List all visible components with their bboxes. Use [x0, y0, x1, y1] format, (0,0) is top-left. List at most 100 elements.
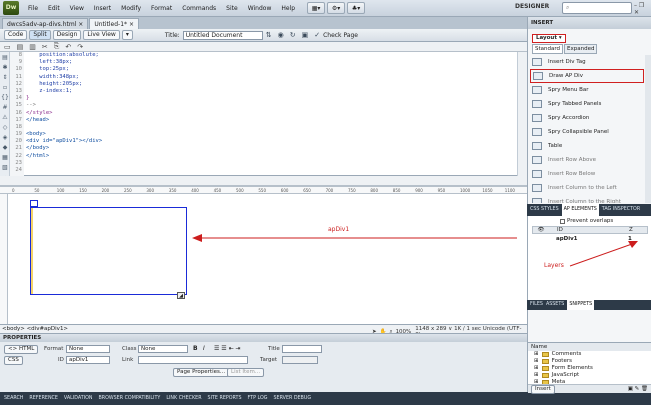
panel-tab[interactable]: CSS STYLES: [530, 204, 559, 216]
panel-tab[interactable]: TAG INSPECTOR: [602, 204, 640, 216]
menu-view[interactable]: View: [65, 5, 89, 12]
live-view-button[interactable]: Live View: [83, 30, 120, 40]
insert-category-dropdown[interactable]: Layout ▾: [532, 34, 566, 43]
panel-tab[interactable]: ASSETS: [546, 300, 564, 310]
undo-icon[interactable]: ↶: [65, 43, 71, 51]
snippet-folder[interactable]: ⊞ Footers: [528, 358, 651, 365]
snippet-folder[interactable]: ⊞ JavaScript: [528, 372, 651, 379]
save-icon[interactable]: ▥: [29, 43, 36, 51]
html-mode-button[interactable]: <> HTML: [4, 345, 39, 354]
italic-button[interactable]: I: [203, 345, 205, 352]
id-column-header[interactable]: ID: [549, 227, 629, 233]
refresh-icon[interactable]: ↻: [290, 31, 296, 39]
insert-item[interactable]: Insert Column to the Left: [528, 181, 646, 195]
ap-div-box[interactable]: [30, 207, 187, 295]
insert-item[interactable]: Table: [528, 139, 646, 153]
visual-aids-icon[interactable]: ▣: [302, 31, 309, 39]
list-buttons[interactable]: ☰ ☰ ⇤ ⇥: [214, 345, 241, 352]
insert-tab-standard[interactable]: Standard: [532, 44, 564, 54]
results-tab[interactable]: SERVER DEBUG: [274, 396, 312, 401]
ap-div-selection-handle[interactable]: [30, 200, 38, 207]
insert-tab-expanded[interactable]: Expanded: [564, 44, 598, 54]
code-view[interactable]: ▤ ✱ ⇕ ▫ {} # ⚠ ◇ ◈ ◆ ▦ ▧ ⇥ 8910111213141…: [0, 52, 527, 181]
prevent-overlaps-checkbox[interactable]: Prevent overlaps: [560, 218, 613, 224]
format-select[interactable]: None: [66, 345, 110, 353]
open-icon[interactable]: ▤: [17, 43, 24, 51]
close-tab-icon[interactable]: ×: [127, 21, 134, 28]
code-editor[interactable]: position:absolute; left:38px; top:25px; …: [26, 52, 516, 176]
check-page-icon[interactable]: ✓: [314, 31, 320, 39]
z-column-header[interactable]: Z: [629, 227, 633, 233]
link-input[interactable]: [138, 356, 248, 364]
menu-insert[interactable]: Insert: [89, 5, 116, 12]
insert-scrollbar[interactable]: [645, 55, 651, 203]
redo-icon[interactable]: ↷: [77, 43, 83, 51]
class-select[interactable]: None: [138, 345, 188, 353]
results-tab[interactable]: FTP LOG: [247, 396, 267, 401]
document-tab[interactable]: dwcs5adv-ap-divs.html ×: [2, 18, 89, 29]
snippet-folder[interactable]: ⊞ Form Elements: [528, 365, 651, 372]
code-hscrollbar[interactable]: [0, 176, 527, 186]
panel-tab[interactable]: AP ELEMENTS: [561, 203, 599, 217]
results-tab[interactable]: VALIDATION: [64, 396, 93, 401]
design-view[interactable]: ◢ apDiv1: [0, 194, 527, 324]
open-documents-icon[interactable]: ▤: [1, 54, 9, 62]
line-numbers-icon[interactable]: #: [1, 104, 9, 112]
view-design-button[interactable]: Design: [52, 30, 82, 40]
insert-item[interactable]: Draw AP Div: [530, 69, 644, 83]
bold-button[interactable]: B: [193, 345, 198, 352]
file-management-icon[interactable]: ⇅: [266, 31, 272, 39]
snippet-insert-button[interactable]: Insert: [531, 384, 555, 394]
ap-div-resize-handle[interactable]: ◢: [177, 292, 185, 299]
title-input[interactable]: Untitled Document: [182, 30, 263, 40]
layout-menu-button[interactable]: ▦▾: [307, 2, 326, 14]
expand-icon[interactable]: ⊞: [534, 358, 539, 365]
insert-item[interactable]: Spry Tabbed Panels: [528, 97, 646, 111]
insert-panel-header[interactable]: INSERT: [527, 17, 651, 29]
expand-icon[interactable]: ⊞: [534, 351, 539, 358]
window-controls[interactable]: – ❐ ✕: [634, 2, 651, 16]
document-tab[interactable]: Untitled-1* ×: [89, 18, 139, 29]
code-scrollbar[interactable]: [517, 52, 527, 176]
new-doc-icon[interactable]: ▭: [4, 43, 11, 51]
copy-icon[interactable]: ⎘: [54, 42, 60, 51]
view-split-button[interactable]: Split: [29, 30, 51, 40]
help-search-input[interactable]: ⌕: [562, 2, 632, 14]
insert-item[interactable]: Spry Accordion: [528, 111, 646, 125]
title-prop-input[interactable]: [282, 345, 322, 353]
checkbox-box[interactable]: [560, 218, 565, 224]
syntax-icon[interactable]: ◇: [1, 124, 9, 132]
live-code-button[interactable]: ▾: [121, 30, 133, 40]
menu-site[interactable]: Site: [221, 5, 243, 12]
results-tab[interactable]: SEARCH: [4, 396, 23, 401]
select-parent-icon[interactable]: ▫: [1, 84, 9, 92]
expand-icon[interactable]: ⇕: [1, 74, 9, 82]
list-item-button[interactable]: List Item...: [227, 368, 265, 377]
check-page-button[interactable]: Check Page: [323, 32, 358, 39]
wrap-tag-icon[interactable]: ▦: [1, 154, 9, 162]
menu-edit[interactable]: Edit: [43, 5, 65, 12]
menu-format[interactable]: Format: [146, 5, 177, 12]
results-tab[interactable]: SITE REPORTS: [208, 396, 242, 401]
expand-icon[interactable]: ⊞: [534, 372, 539, 379]
extend-menu-button[interactable]: ⚙▾: [327, 2, 346, 14]
results-tab[interactable]: LINK CHECKER: [166, 396, 201, 401]
tag-selector[interactable]: <body> <div#apDiv1>: [2, 326, 68, 332]
snippet-actions-icon[interactable]: ▣ ✎ 🗑: [628, 386, 648, 392]
menu-window[interactable]: Window: [243, 5, 277, 12]
workspace-switcher[interactable]: DESIGNER: [515, 3, 549, 10]
panel-tab[interactable]: FILES: [530, 300, 543, 310]
view-code-button[interactable]: Code: [4, 30, 28, 40]
menu-file[interactable]: File: [23, 5, 43, 12]
menu-modify[interactable]: Modify: [116, 5, 146, 12]
insert-item[interactable]: Insert Row Below: [528, 167, 646, 181]
expand-icon[interactable]: ⊞: [534, 365, 539, 372]
collapse-icon[interactable]: ✱: [1, 64, 9, 72]
comment-icon[interactable]: ◈: [1, 134, 9, 142]
results-tab[interactable]: BROWSER COMPATIBILITY: [99, 396, 161, 401]
id-select[interactable]: apDiv1: [66, 356, 110, 364]
insert-item[interactable]: Insert Div Tag: [528, 55, 646, 69]
highlight-invalid-icon[interactable]: ⚠: [1, 114, 9, 122]
cut-icon[interactable]: ✂: [42, 43, 48, 51]
menu-help[interactable]: Help: [276, 5, 300, 12]
